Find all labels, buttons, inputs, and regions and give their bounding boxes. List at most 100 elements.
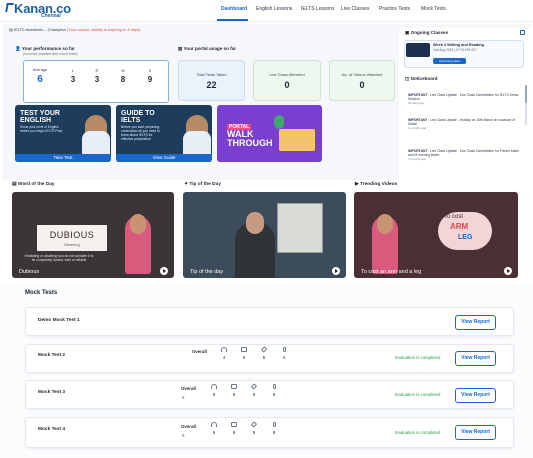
- promo-test-english[interactable]: TEST YOUR ENGLISH Know your level of Engl…: [15, 105, 111, 162]
- headphones-icon: [211, 422, 217, 427]
- notice-item[interactable]: IMPORTANT : Live Class Update - Live Cla…: [408, 93, 520, 106]
- brand-city: Chennai: [41, 13, 61, 19]
- nav-ielts-lessons[interactable]: IELTS Lessons: [301, 6, 335, 12]
- validity-note: (Your course validity is expiring in 3 d…: [66, 27, 141, 32]
- mock-test-name: Mock Test 2: [38, 353, 66, 358]
- nav-english-lessons[interactable]: English Lessons: [256, 6, 292, 12]
- mock-test-row: [25, 307, 514, 336]
- skill-listening: 4: [219, 347, 229, 360]
- stat-live-class: Live Class Attended 0: [253, 60, 321, 101]
- pen-icon: [250, 383, 258, 390]
- presenter-image: [235, 212, 275, 278]
- book-icon: [231, 422, 237, 427]
- nav-mock-tests[interactable]: Mock Tests: [421, 6, 446, 12]
- trending-heading: ▶ Trending Videos: [355, 182, 398, 187]
- video-trending[interactable]: To cost ARM LEG To cost an arm and a leg: [354, 192, 518, 278]
- score-speaking: S 9: [147, 68, 153, 84]
- nav-active-indicator: [217, 19, 248, 21]
- promo-person-image: [183, 115, 211, 155]
- view-report-button[interactable]: View Report: [455, 425, 496, 440]
- skill-reading: 9: [229, 384, 239, 397]
- skill-reading: 9: [229, 422, 239, 435]
- stat-total-tests: Total Tests Taken 22: [178, 60, 245, 101]
- score-writing: W 8: [120, 68, 126, 84]
- skill-speaking: 9: [269, 384, 279, 397]
- skill-listening: 9: [209, 384, 219, 397]
- play-icon[interactable]: [332, 267, 340, 275]
- promo-guide-ielts[interactable]: GUIDE TO IELTS Before you start preparing…: [116, 105, 212, 162]
- pen-icon: [260, 346, 268, 353]
- plant-illustration: [274, 115, 284, 129]
- mock-test-name: Mock Test 4: [38, 427, 66, 432]
- notice-item[interactable]: IMPORTANT : Live Class Update - Live Cla…: [408, 149, 520, 162]
- evaluation-status: Evaluation is completed: [395, 392, 441, 397]
- headphones-icon: [211, 384, 217, 389]
- notice-item[interactable]: IMPORTANT : Live Class Update - Holiday …: [408, 118, 520, 131]
- overall-value: 9: [182, 433, 185, 438]
- performance-subtitle: (Includes practice and mock tests): [23, 52, 78, 56]
- word-card: DUBIOUS Meaning: [37, 225, 107, 251]
- overall-label: Overall: [181, 386, 196, 391]
- course-name: IELTS Academic – Champion: [13, 27, 66, 32]
- video-caption: Dubious: [19, 269, 40, 275]
- skill-speaking: 9: [269, 422, 279, 435]
- overall-label: Overall: [181, 424, 196, 429]
- pen-icon: [250, 421, 258, 428]
- mock-tests-title: Mock Tests: [25, 290, 58, 296]
- skill-listening: 9: [209, 422, 219, 435]
- nav-dashboard[interactable]: Dashboard: [221, 6, 247, 12]
- take-test-button[interactable]: Take Test: [15, 154, 111, 162]
- noticeboard-title: ◫ Noticeboard: [405, 76, 438, 81]
- expand-icon[interactable]: [520, 30, 525, 35]
- video-caption: Tip of the day: [190, 269, 224, 275]
- mock-test-name: Demo Mock Test 1: [38, 318, 80, 323]
- word-of-day-heading: ▤ Word of the Day: [12, 182, 55, 187]
- video-tip-of-day[interactable]: Tip of the day: [183, 192, 346, 278]
- stat-videos-watched: No. of Videos Watched 0: [329, 60, 395, 101]
- presenter-image: [372, 214, 398, 274]
- view-report-button[interactable]: View Report: [455, 315, 496, 330]
- view-report-button[interactable]: View Report: [455, 351, 496, 366]
- overall-value: 9: [182, 395, 185, 400]
- overall-label: Overall: [192, 349, 207, 354]
- play-icon[interactable]: [160, 267, 168, 275]
- nav-practice-tests[interactable]: Practice Tests: [379, 6, 410, 12]
- user-icon: 👤: [15, 46, 22, 51]
- book-icon: [231, 384, 237, 389]
- video-word-of-day[interactable]: DUBIOUS Meaning Hesitating or doubting; …: [12, 192, 174, 278]
- upcoming-class-button[interactable]: Upcoming class: [433, 58, 466, 64]
- mic-icon: [282, 347, 286, 352]
- course-validity: ▤ IELTS Academic – Champion (Your course…: [9, 27, 140, 32]
- desk-illustration: [279, 129, 315, 151]
- video-caption: To cost an arm and a leg: [361, 269, 422, 275]
- headphones-icon: [221, 347, 227, 352]
- class-title: Week 4 Writing and Reading: [433, 43, 484, 47]
- presenter-image: [125, 214, 151, 274]
- skill-speaking: 4: [279, 347, 289, 360]
- tip-of-day-heading: ✦ Tip of the Day: [184, 182, 221, 187]
- skill-writing: 5: [259, 346, 269, 360]
- noticeboard-scrollbar[interactable]: [525, 85, 527, 125]
- usage-title: ▥ Your portal usage so far: [178, 46, 237, 51]
- score-average: Average 6: [32, 67, 48, 85]
- score-reading: R 3: [94, 68, 100, 84]
- skill-reading: 0: [239, 347, 249, 360]
- view-guide-button[interactable]: View Guide: [116, 154, 212, 162]
- score-listening: L 3: [70, 68, 76, 84]
- mic-icon: [272, 422, 276, 427]
- promo-person-image: [82, 115, 110, 155]
- portal-walkthrough-card[interactable]: PORTAL WALK THROUGH: [217, 105, 322, 162]
- class-thumbnail: [406, 43, 430, 57]
- nav-live-classes[interactable]: Live Classes: [341, 6, 369, 12]
- whiteboard-image: [277, 203, 323, 253]
- skill-writing: 9: [249, 383, 259, 397]
- evaluation-status: Evaluation is completed: [395, 430, 441, 435]
- view-report-button[interactable]: View Report: [455, 388, 496, 403]
- ongoing-title: ▣ Ongoing Classes: [405, 30, 449, 35]
- play-icon[interactable]: [504, 267, 512, 275]
- mock-test-row: [25, 344, 514, 373]
- idiom-graphic: To cost ARM LEG: [438, 212, 492, 250]
- evaluation-status: Evaluation is completed: [395, 355, 441, 360]
- class-date: 2nd Aug 2023 | 07:00 PM IST: [433, 48, 477, 52]
- mock-test-name: Mock Test 3: [38, 390, 66, 395]
